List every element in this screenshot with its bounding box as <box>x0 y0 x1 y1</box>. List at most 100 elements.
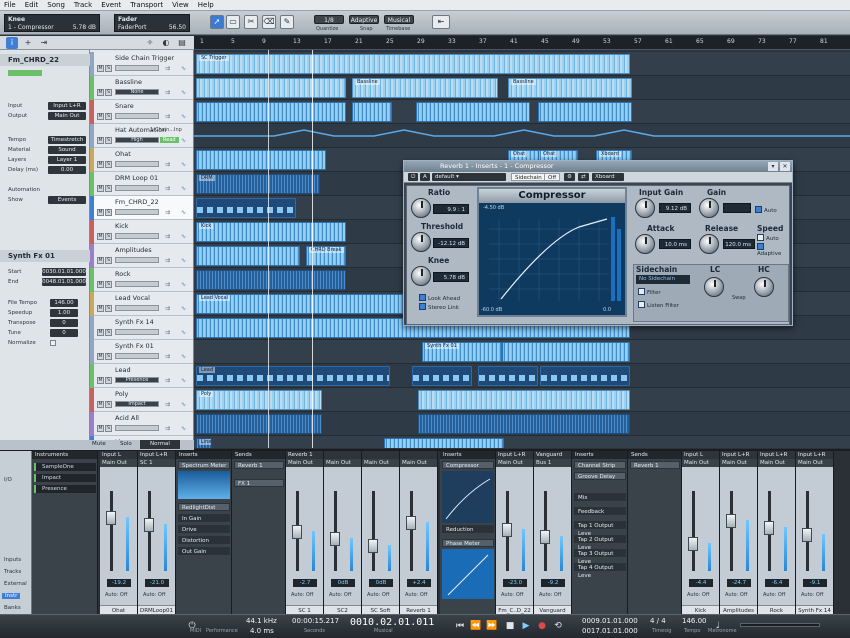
channel-input[interactable]: Input L <box>682 451 719 459</box>
distortion-param[interactable]: Distortion <box>178 536 230 544</box>
normalize-checkbox[interactable] <box>50 340 56 346</box>
channel-fader[interactable] <box>292 525 302 539</box>
track-lane[interactable]: Line <box>194 436 850 448</box>
delay-field[interactable]: 0.00 <box>48 166 86 174</box>
redlightdist-slot[interactable]: RedlightDist <box>178 503 230 511</box>
track-volume-fader[interactable]: None <box>115 89 159 95</box>
track-color-bar[interactable] <box>8 70 42 76</box>
track-row[interactable]: Snare M S ⇉ ∿ <box>90 100 193 124</box>
listen-filter-checkbox[interactable]: Listen Filter <box>638 301 679 309</box>
monitor-icon[interactable]: ⇉ <box>165 185 170 192</box>
channel-fader[interactable] <box>802 528 812 542</box>
channel-input[interactable]: Input L+R <box>796 451 833 459</box>
instrument-item[interactable]: SampleOne <box>34 463 96 471</box>
channel-volume-value[interactable]: -9.2 <box>541 579 565 587</box>
channel-output[interactable]: Bus 1 <box>534 459 571 467</box>
audio-event-clip[interactable]: Bassline <box>508 78 632 98</box>
fast-forward-icon[interactable]: ⏩ <box>486 620 498 632</box>
wand-icon[interactable]: ✧ <box>144 37 156 49</box>
audio-event-clip[interactable] <box>196 150 326 170</box>
mute-button[interactable]: M <box>97 89 104 96</box>
seconds-value[interactable]: 00:00:15.217 <box>292 617 339 625</box>
channel-output[interactable]: SC 1 <box>138 459 175 467</box>
monitor-icon[interactable]: ⇉ <box>165 233 170 240</box>
track-lane[interactable]: Poly <box>194 388 850 412</box>
solo-button[interactable]: S <box>105 209 112 216</box>
track-name[interactable]: Rock <box>115 270 131 278</box>
channel-output[interactable]: Main Out <box>324 459 361 467</box>
channel-volume-value[interactable]: -2.7 <box>293 579 317 587</box>
audio-event-clip[interactable] <box>478 366 538 386</box>
channel-fader[interactable] <box>540 530 550 544</box>
audio-event-clip[interactable]: Synth Fx 01 <box>422 342 502 362</box>
tempo-select[interactable]: Timestretch <box>48 136 86 144</box>
track-lane[interactable]: Lead <box>194 364 850 388</box>
track-row[interactable]: Kick M S ⇉ ∿ <box>90 220 193 244</box>
compressor-slot[interactable]: Compressor <box>442 461 494 469</box>
audio-event-clip[interactable]: DRM <box>196 174 320 194</box>
track-name[interactable]: Kick <box>115 222 128 230</box>
channel-output[interactable]: Main Out <box>758 459 795 467</box>
waveform-icon[interactable]: ∿ <box>181 329 186 336</box>
file-tempo-field[interactable]: 146.00 <box>50 299 78 307</box>
channel-automation-mode[interactable]: Auto: Off <box>291 592 313 598</box>
mute-button[interactable]: M <box>97 353 104 360</box>
track-volume-fader[interactable]: Impact <box>115 401 159 407</box>
solo-button[interactable]: S <box>105 305 112 312</box>
audio-event-clip[interactable] <box>384 438 504 448</box>
mixer-channel-strip[interactable]: Main Out 0dB Auto: Off SC2 <box>324 451 362 616</box>
mixer-channel-strip[interactable]: Input L+R Main Out -9.1 Auto: Off Synth Fx 1… <box>796 451 834 616</box>
audio-event-clip[interactable]: Lead <box>196 366 390 386</box>
mute-button[interactable]: M <box>97 281 104 288</box>
banks-tab[interactable]: Banks <box>4 605 21 611</box>
mixer-channel-strip[interactable]: Vanguard Bus 1 -9.2 Auto: Off Vanguard <box>534 451 572 616</box>
monitor-icon[interactable]: ⇉ <box>165 257 170 264</box>
monitor-icon[interactable]: ⇉ <box>165 89 170 96</box>
monitor-icon[interactable]: ⇉ <box>165 161 170 168</box>
track-row[interactable]: Synth Fx 14 M S ⇉ ∿ <box>90 316 193 340</box>
monitor-icon[interactable]: ⇉ <box>165 281 170 288</box>
sidechain-button[interactable]: Sidechain <box>511 173 546 181</box>
menu-file[interactable]: File <box>4 1 16 9</box>
track-name[interactable]: Side Chain Trigger <box>115 54 174 62</box>
power-icon[interactable]: ⏻ <box>408 173 419 181</box>
audio-event-clip[interactable] <box>196 198 296 218</box>
gain-value[interactable] <box>723 203 751 213</box>
track-name[interactable]: Synth Fx 14 <box>115 318 154 326</box>
start-field[interactable]: 0030.01.01.000 <box>42 268 86 276</box>
groove-delay-slot[interactable]: Groove Delay <box>574 472 626 480</box>
automation-envelope[interactable] <box>194 124 850 148</box>
monitor-icon[interactable]: ⇉ <box>165 65 170 72</box>
speed-adaptive-checkbox[interactable]: Adaptive <box>757 243 789 257</box>
waveform-icon[interactable]: ∿ <box>181 161 186 168</box>
paint-tool-icon[interactable]: ✎ <box>280 15 294 29</box>
play-icon[interactable]: ▶ <box>520 620 532 632</box>
master-volume-slider[interactable] <box>740 623 820 627</box>
solo-button[interactable]: S <box>105 65 112 72</box>
material-select[interactable]: Sound <box>48 146 86 154</box>
groove-param[interactable]: Tap 2 Output Leve <box>574 535 626 551</box>
track-row[interactable]: Acid All M S ⇉ ∿ <box>90 412 193 436</box>
channel-volume-value[interactable]: -6.4 <box>765 579 789 587</box>
send-fx1-slot[interactable]: FX 1 <box>234 479 284 487</box>
channel-volume-value[interactable]: +2.4 <box>407 579 431 587</box>
track-volume-fader[interactable] <box>115 113 159 119</box>
audio-event-clip[interactable]: Poly <box>196 390 322 410</box>
menu-event[interactable]: Event <box>101 1 121 9</box>
menu-track[interactable]: Track <box>74 1 92 9</box>
quantize-select[interactable]: 1/8 <box>314 15 344 24</box>
track-volume-fader[interactable]: High <box>115 137 159 143</box>
track-row[interactable]: DRM Loop 01 M S ⇉ ∿ <box>90 172 193 196</box>
waveform-icon[interactable]: ∿ <box>181 425 186 432</box>
track-settings-icon[interactable]: ▤ <box>176 37 188 49</box>
groove-param[interactable]: Feedback <box>574 507 626 515</box>
audio-event-clip[interactable] <box>502 342 630 362</box>
compare-icon[interactable]: ⇄ <box>578 173 589 181</box>
track-volume-fader[interactable] <box>115 257 159 263</box>
record-icon[interactable]: ● <box>536 620 548 632</box>
show-select[interactable]: Events <box>48 196 86 204</box>
groove-param[interactable]: Tap 1 Output Leve <box>574 521 626 537</box>
solo-button[interactable]: S <box>105 161 112 168</box>
waveform-icon[interactable]: ∿ <box>181 305 186 312</box>
track-row[interactable]: Hat AutomationMSHigh⇉∿Read1-Chain...Inp <box>90 124 193 148</box>
